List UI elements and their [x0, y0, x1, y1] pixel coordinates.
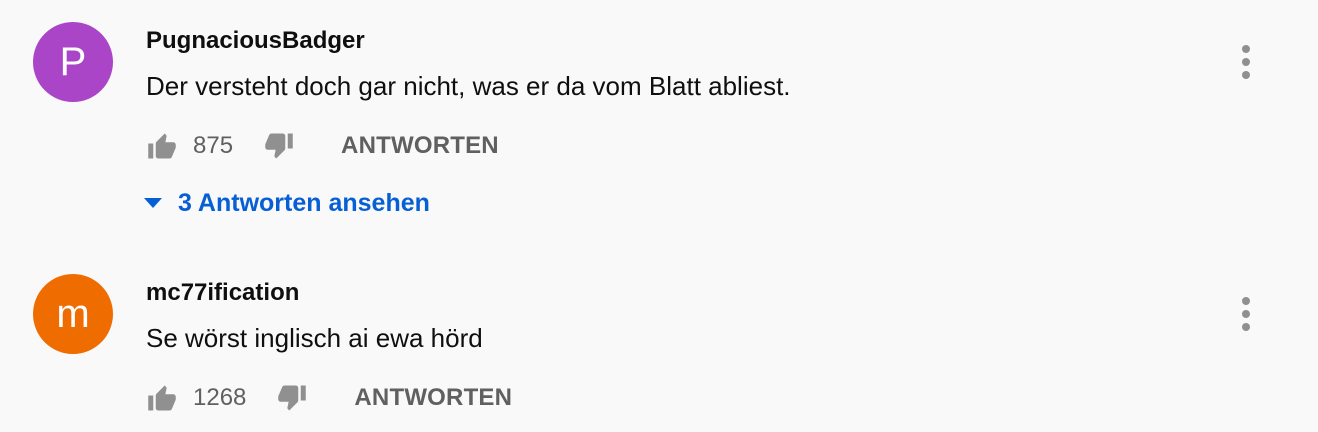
comment-item: m mc77ification Se wörst inglisch ai ewa…	[0, 252, 1318, 432]
like-count: 875	[193, 132, 234, 159]
avatar[interactable]: P	[33, 22, 113, 102]
vertical-dots-icon	[1242, 297, 1250, 331]
comment-actions: 1268 ANTWORTEN	[146, 382, 512, 414]
reply-button[interactable]: ANTWORTEN	[341, 132, 499, 160]
thumbs-down-icon	[265, 133, 293, 159]
comment-author[interactable]: PugnaciousBadger	[146, 27, 365, 55]
like-count: 1268	[193, 384, 247, 411]
comment-text: Der versteht doch gar nicht, was er da v…	[146, 71, 791, 101]
comment-item: P PugnaciousBadger Der versteht doch gar…	[0, 0, 1318, 240]
reply-button[interactable]: ANTWORTEN	[354, 384, 512, 412]
caret-down-icon	[144, 198, 162, 208]
like-button[interactable]	[146, 382, 178, 414]
like-button[interactable]	[146, 130, 178, 162]
comment-author[interactable]: mc77ification	[146, 279, 299, 307]
thumbs-down-icon	[278, 385, 307, 411]
avatar-letter: m	[56, 292, 90, 336]
comment-text: Se wörst inglisch ai ewa hörd	[146, 323, 483, 353]
comment-actions: 875 ANTWORTEN	[146, 130, 499, 162]
dislike-button[interactable]	[263, 130, 295, 162]
thumbs-up-icon	[148, 385, 176, 411]
comment-menu-button[interactable]	[1230, 294, 1262, 334]
vertical-dots-icon	[1242, 45, 1250, 79]
dislike-button[interactable]	[276, 382, 308, 414]
thumbs-up-icon	[148, 133, 176, 159]
avatar[interactable]: m	[33, 274, 113, 354]
comment-menu-button[interactable]	[1230, 42, 1262, 82]
view-replies-button[interactable]: 3 Antworten ansehen	[144, 186, 430, 220]
view-replies-label: 3 Antworten ansehen	[178, 188, 430, 217]
avatar-letter: P	[59, 40, 87, 84]
